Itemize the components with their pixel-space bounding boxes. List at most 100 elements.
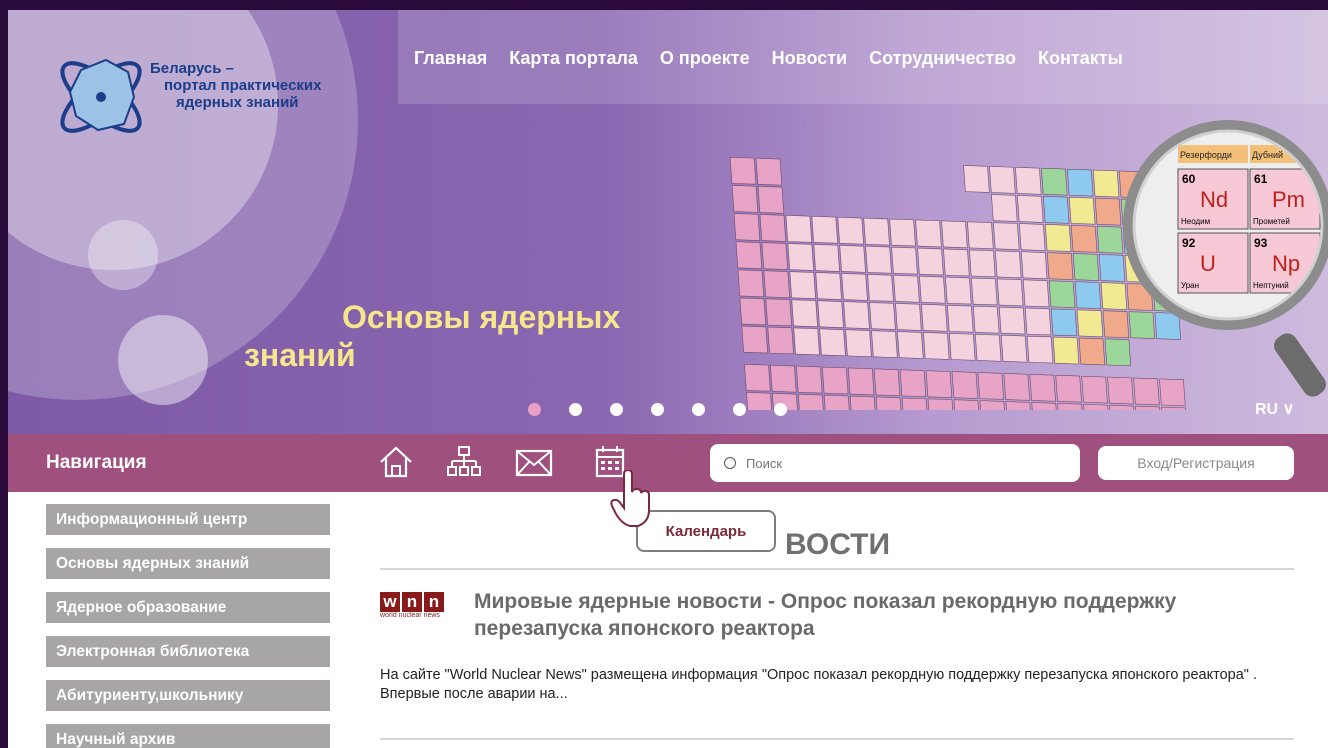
wnn-logo-sub: world nuclear news [380,612,440,619]
search-input[interactable] [744,454,1048,472]
periodic-cell [993,222,1020,250]
periodic-cell [969,249,996,278]
periodic-cell [893,274,920,303]
periodic-cell [761,242,789,270]
periodic-cell [793,327,820,356]
periodic-cell [951,371,979,399]
periodic-cell [941,220,968,249]
periodic-cell [823,394,851,410]
periodic-cell [1041,167,1068,196]
nav-home[interactable]: Главная [414,48,487,69]
periodic-cell [1046,252,1074,280]
login-register-button[interactable]: Вход/Регистрация [1098,446,1294,480]
periodic-cell [811,215,838,244]
periodic-cell [895,303,922,331]
svg-text:Нептуний: Нептуний [1253,281,1289,290]
periodic-cell [979,400,1006,410]
nav-contacts[interactable]: Контакты [1038,48,1123,69]
periodic-cell [967,221,994,250]
periodic-cell [915,219,942,248]
periodic-cell [765,298,792,327]
calendar-tooltip: Календарь [636,510,776,552]
sidebar-item-science-archive[interactable]: Научный архив [46,724,330,748]
home-icon[interactable] [376,442,416,482]
periodic-cell [871,330,898,358]
periodic-cell [1050,308,1078,337]
article-title-link[interactable]: Мировые ядерные новости - Опрос показал … [474,588,1294,642]
nav-about[interactable]: О проекте [660,48,750,69]
periodic-cell [949,333,976,361]
atom-map-logo-icon [60,58,142,133]
periodic-cell [817,300,844,328]
nav-portal-map[interactable]: Карта портала [509,48,638,69]
periodic-cell [863,217,890,246]
sidebar-item-e-library[interactable]: Электронная библиотека [46,636,330,667]
slider-dot[interactable] [733,403,746,416]
wnn-logo: wnn world nuclear news [380,592,462,636]
periodic-cell [971,277,998,306]
periodic-cell [889,218,916,247]
svg-text:Pm: Pm [1272,187,1305,212]
slider-dot[interactable] [528,403,541,416]
magnifier-illustration: Резерфорди Дубний 60 Nd Неодим 61 Pm Прометей… [1118,105,1328,430]
periodic-cell [1055,374,1082,403]
search-box[interactable] [710,444,1080,482]
slider-dot[interactable] [651,403,664,416]
svg-text:60: 60 [1182,172,1196,186]
sidebar-item-info-center[interactable]: Информационный центр [46,504,330,535]
periodic-cell [815,272,842,300]
periodic-cell [1043,196,1070,224]
periodic-cell [1068,196,1096,225]
decor-circle [88,220,158,290]
periodic-cell [739,297,766,326]
periodic-cell [849,395,877,410]
periodic-cell [1015,166,1042,195]
periodic-cell [755,157,783,186]
periodic-cell [963,165,990,193]
periodic-cell [759,214,787,242]
sidebar-item-nuclear-basics[interactable]: Основы ядерных знаний [46,548,330,579]
sidebar-item-nuclear-education[interactable]: Ядерное образование [46,592,330,623]
periodic-cell [1076,309,1104,338]
periodic-cell [791,299,818,328]
slider-dot[interactable] [774,403,787,416]
periodic-cell [1003,373,1030,401]
periodic-cell [1052,336,1080,365]
periodic-cell [1078,337,1106,366]
slider-dot[interactable] [692,403,705,416]
periodic-cell [741,325,768,354]
periodic-cell [1020,251,1048,279]
periodic-cell [947,304,974,333]
svg-text:Nd: Nd [1200,187,1228,212]
svg-text:Уран: Уран [1181,281,1199,290]
periodic-cell [796,365,823,394]
periodic-cell [923,332,950,360]
hero-title: Основы ядерных знаний [244,298,620,374]
periodic-cell [945,276,972,305]
svg-text:Неодим: Неодим [1181,217,1210,226]
mail-icon[interactable] [514,442,554,482]
periodic-cell [953,399,981,410]
periodic-cell [1092,169,1120,198]
periodic-cell [744,363,771,392]
svg-text:Дубний: Дубний [1252,150,1283,160]
periodic-cell [1017,195,1044,223]
sitemap-icon[interactable] [444,442,484,482]
slider-dot[interactable] [569,403,582,416]
periodic-cell [943,248,970,277]
sidebar-item-applicants[interactable]: Абитуриенту,школьнику [46,680,330,711]
svg-text:92: 92 [1182,236,1196,250]
periodic-cell [974,333,1002,362]
periodic-cell [737,269,765,298]
periodic-cell [1029,374,1056,402]
nav-cooperation[interactable]: Сотрудничество [869,48,1016,69]
logo-text: Беларусь – портал практических ядерных з… [150,60,321,111]
periodic-cell [921,304,948,332]
language-selector[interactable]: RU ∨ [1255,399,1294,419]
periodic-cell [897,331,924,359]
slider-dot[interactable] [610,403,623,416]
nav-news[interactable]: Новости [772,48,847,69]
periodic-cell [813,244,840,272]
periodic-cell [995,250,1022,279]
site-logo[interactable]: Беларусь – портал практических ядерных з… [46,42,356,162]
